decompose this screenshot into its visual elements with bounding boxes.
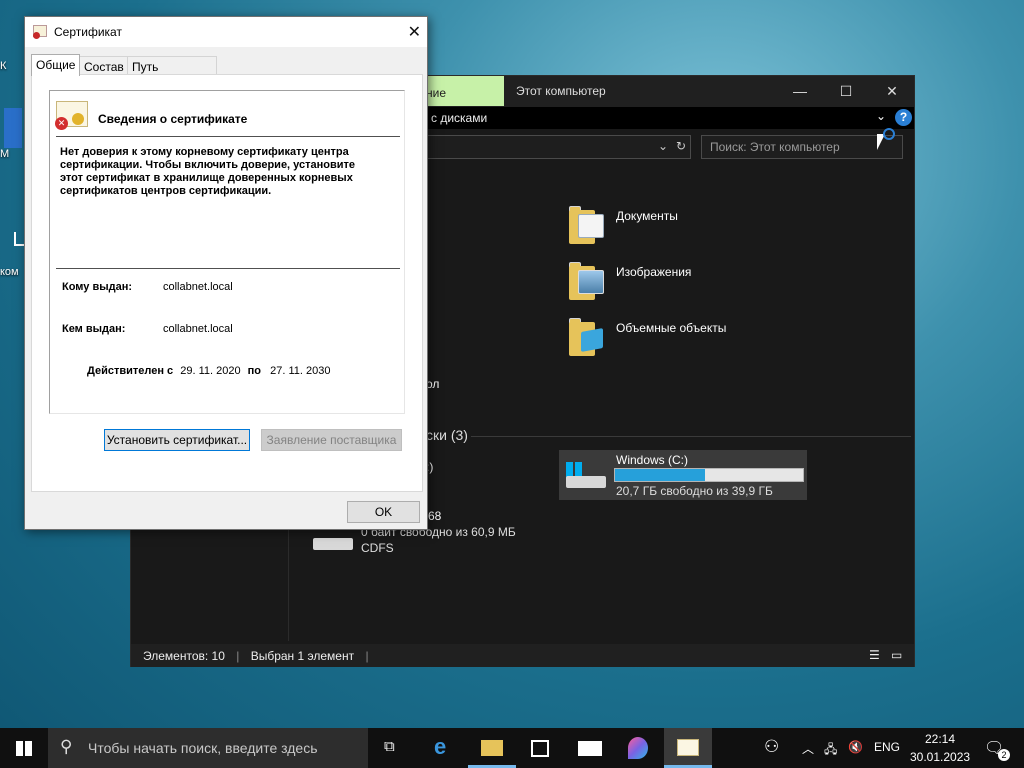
info-header: Сведения о сертификате (98, 112, 248, 126)
close-icon[interactable]: ✕ (869, 76, 915, 106)
documents-folder-icon[interactable] (569, 204, 604, 244)
edge-icon[interactable]: e (420, 728, 468, 768)
trust-warning-text: Нет доверия к этому корневому сертификат… (60, 146, 356, 197)
certificate-dialog: Сертификат ✕ Общие Состав Путь сертифика… (24, 16, 428, 530)
taskbar-search-box[interactable]: ⚲ Чтобы начать поиск, введите здесь (48, 728, 368, 768)
input-language[interactable]: ENG (874, 740, 900, 754)
tab-details[interactable]: Состав (79, 56, 129, 75)
status-selected-count: Выбран 1 элемент (250, 649, 355, 663)
chevron-up-icon[interactable]: ︿ (802, 740, 814, 757)
error-badge-icon: ✕ (55, 117, 68, 130)
start-button[interactable] (0, 728, 48, 768)
3d-objects-folder-icon[interactable] (569, 316, 603, 356)
drive-c-usage-fill (615, 469, 706, 481)
help-icon[interactable]: ? (895, 109, 912, 126)
issued-to-value: collabnet.local (163, 281, 233, 293)
pictures-folder-icon[interactable] (569, 260, 604, 300)
ok-button[interactable]: OK (347, 501, 420, 523)
task-view-icon[interactable]: ⧉ (368, 728, 416, 768)
windows-drive-icon (564, 462, 608, 492)
app-icon (4, 108, 22, 148)
drive-d-filesystem: CDFS (361, 541, 394, 555)
busy-ring-icon (883, 128, 895, 140)
status-item-count: Элементов: 10 (143, 649, 225, 663)
header-divider (56, 136, 400, 137)
issued-to-label: Кому выдан: (62, 281, 133, 293)
status-separator: | (365, 649, 369, 663)
details-divider (56, 268, 400, 269)
network-icon[interactable]: 🖧 (824, 740, 837, 761)
ribbon-tab-drive-tools[interactable]: с дисками (431, 111, 487, 125)
issued-by-value: collabnet.local (163, 323, 233, 335)
seal-icon (72, 113, 84, 125)
close-icon[interactable]: ✕ (408, 22, 421, 42)
folder-3d-objects-label[interactable]: Объемные объекты (616, 321, 726, 335)
mail-icon[interactable] (566, 728, 614, 768)
store-icon[interactable] (516, 728, 564, 768)
error-badge-icon (33, 32, 40, 39)
chevron-down-icon[interactable]: ⌄ (658, 139, 668, 153)
dialog-titlebar[interactable]: Сертификат ✕ (25, 17, 427, 47)
issuer-statement-button[interactable]: Заявление поставщика (261, 429, 402, 451)
clock-time[interactable]: 22:14 (925, 732, 955, 746)
desktop-icon-label-2: M (0, 148, 10, 160)
refresh-icon[interactable]: ↻ (676, 139, 686, 153)
chevron-down-icon[interactable]: ⌄ (876, 109, 886, 123)
desktop-icon-label-3: ком (0, 266, 19, 278)
people-icon[interactable]: ⚇ (764, 737, 779, 757)
search-icon: ⚲ (60, 737, 73, 756)
valid-to-date: 27. 11. 2030 (270, 365, 331, 377)
paint3d-icon[interactable] (614, 728, 662, 768)
large-icons-view-icon[interactable]: ▭ (891, 648, 902, 662)
valid-from-date: 29. 11. 2020 (180, 365, 241, 377)
section-divider (471, 436, 911, 437)
folder-documents-label[interactable]: Документы (616, 209, 678, 223)
details-view-icon[interactable]: ☰ (869, 648, 880, 662)
valid-to-label: по (247, 365, 262, 377)
tab-general[interactable]: Общие (31, 54, 81, 76)
status-separator: | (236, 649, 240, 663)
minimize-icon[interactable]: — (777, 76, 823, 106)
validity-row: Действителен с 29. 11. 2020 по 27. 11. 2… (87, 365, 330, 377)
explorer-title: Этот компьютер (516, 84, 606, 98)
drive-c-name: Windows (C:) (616, 453, 689, 467)
search-input[interactable]: Поиск: Этот компьютер (701, 135, 903, 159)
drive-c-free-space: 20,7 ГБ свободно из 39,9 ГБ (616, 484, 773, 498)
install-certificate-button[interactable]: Установить сертификат... (104, 429, 250, 451)
windows-logo-icon (16, 741, 32, 756)
tab-certification-path[interactable]: Путь сертификации (127, 56, 218, 88)
certificate-info-box: ✕ Сведения о сертификате Нет доверия к э… (49, 90, 405, 414)
maximize-icon[interactable]: ☐ (823, 76, 869, 106)
drive-c-usage-bar (614, 468, 804, 482)
address-bar[interactable]: ⌄ ↻ (421, 135, 691, 159)
valid-from-label: Действителен с (87, 365, 174, 377)
folder-pictures-label[interactable]: Изображения (616, 265, 691, 279)
taskbar: ⚲ Чтобы начать поиск, введите здесь ⧉ e … (0, 728, 1024, 768)
certificate-taskbar-icon[interactable] (664, 728, 712, 768)
ribbon-tab-manage[interactable]: ние (426, 76, 504, 106)
clock-date[interactable]: 30.01.2023 (910, 750, 970, 764)
notification-count-badge: 2 (998, 749, 1010, 761)
status-bar: Элементов: 10 | Выбран 1 элемент | ☰ ▭ (131, 644, 914, 667)
general-tab-panel: ✕ Сведения о сертификате Нет доверия к э… (31, 74, 423, 492)
file-explorer-icon[interactable] (468, 728, 516, 768)
devices-section-header[interactable]: ски (3) (426, 427, 468, 443)
volume-muted-icon[interactable]: 🔇 (848, 740, 863, 754)
issued-by-label: Кем выдан: (62, 323, 126, 335)
dialog-title: Сертификат (54, 25, 122, 39)
taskbar-search-placeholder: Чтобы начать поиск, введите здесь (88, 740, 318, 756)
folder-desktop-label-partial[interactable]: ол (426, 377, 439, 391)
